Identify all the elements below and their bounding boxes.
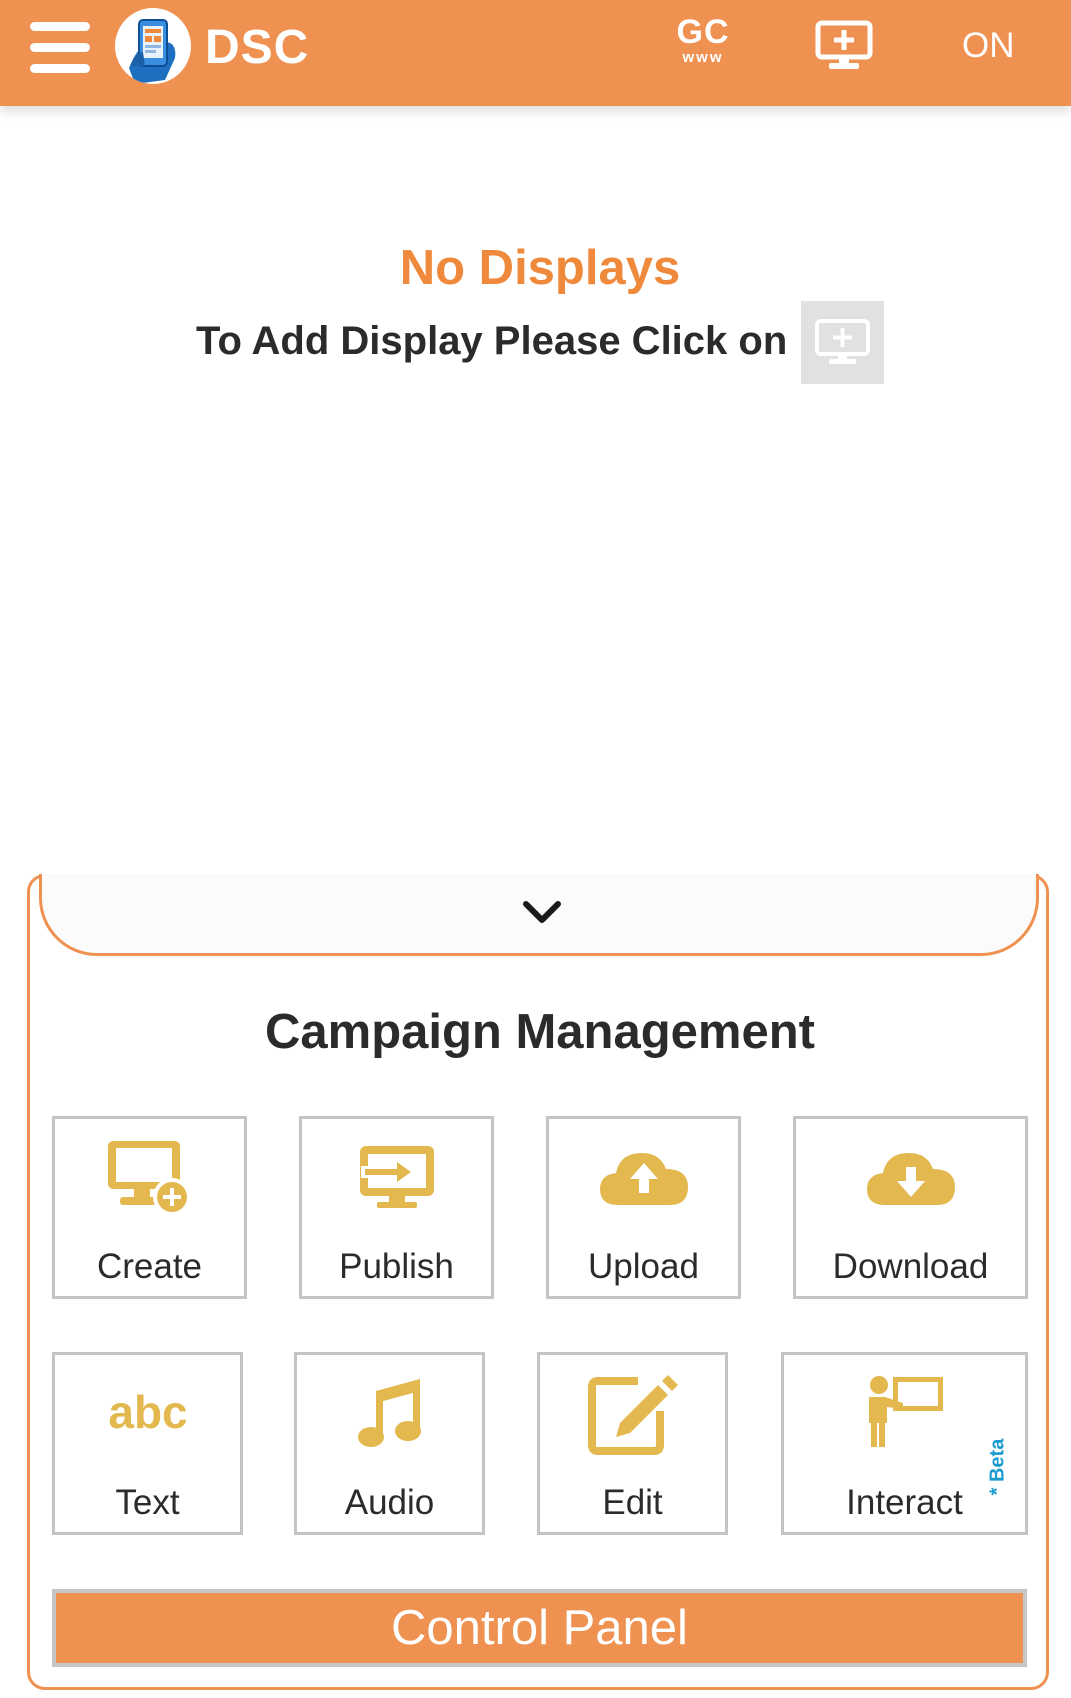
top-app-bar: DSC GC www ON [0,0,1071,106]
tile-icon-wrap [55,1133,244,1221]
music-note-icon [357,1379,421,1447]
hamburger-menu-icon [30,22,90,31]
tile-label: Audio [344,1483,435,1522]
publish-tile[interactable]: Publish [299,1116,494,1299]
cloud-download-icon [866,1153,955,1205]
tile-label: Publish [339,1247,454,1286]
monitor-publish-icon [359,1146,434,1208]
tile-icon-wrap: abc [55,1369,240,1457]
tile-icon-wrap [297,1369,482,1457]
collapse-panel-button[interactable] [39,874,1039,956]
tile-label: Edit [602,1483,663,1522]
gc-www-label: www [682,49,724,66]
app-logo [115,8,191,84]
tile-icon-wrap [302,1133,491,1221]
add-display-inline-button[interactable] [801,301,884,384]
download-tile[interactable]: Download [793,1116,1028,1299]
tile-label: Upload [588,1247,699,1286]
upload-tile[interactable]: Upload [546,1116,741,1299]
hamburger-line [30,64,90,73]
gc-web-button[interactable]: GC www [668,14,738,74]
add-display-icon [815,319,870,364]
presenter-icon [868,1376,943,1447]
tile-icon-wrap [549,1133,738,1221]
status-toggle-label[interactable]: ON [962,26,1015,66]
tile-label: Download [832,1247,989,1286]
phone-hand-logo-icon [129,19,176,84]
tile-icon-wrap [540,1369,725,1457]
chevron-down-icon [523,901,561,923]
edit-tile[interactable]: Edit [537,1352,728,1535]
empty-state-title: No Displays [399,241,681,295]
interact-tile[interactable]: Interact * Beta [781,1352,1028,1535]
hamburger-line [30,43,90,52]
edit-pencil-icon [587,1375,678,1455]
app-title: DSC [205,21,310,74]
panel-title: Campaign Management [265,1005,815,1059]
abc-text-icon: abc [108,1388,187,1438]
gc-label: GC [676,13,730,51]
text-tile[interactable]: abc Text [52,1352,243,1535]
cloud-upload-icon [599,1153,688,1205]
beta-badge: * Beta [987,1417,1009,1517]
svg-text:abc: abc [108,1388,187,1438]
add-display-icon [815,20,873,69]
beta-badge-label: * Beta [986,1438,1009,1496]
menu-button[interactable] [26,16,94,80]
audio-tile[interactable]: Audio [294,1352,485,1535]
control-panel-button[interactable]: Control Panel [52,1589,1027,1667]
add-display-button[interactable] [815,20,873,72]
monitor-add-icon [107,1141,191,1216]
empty-state-subtitle: To Add Display Please Click on [196,319,788,363]
tile-icon-wrap [796,1133,1025,1221]
create-tile[interactable]: Create [52,1116,247,1299]
tile-label: Create [96,1247,203,1286]
tile-label: Text [115,1483,180,1522]
